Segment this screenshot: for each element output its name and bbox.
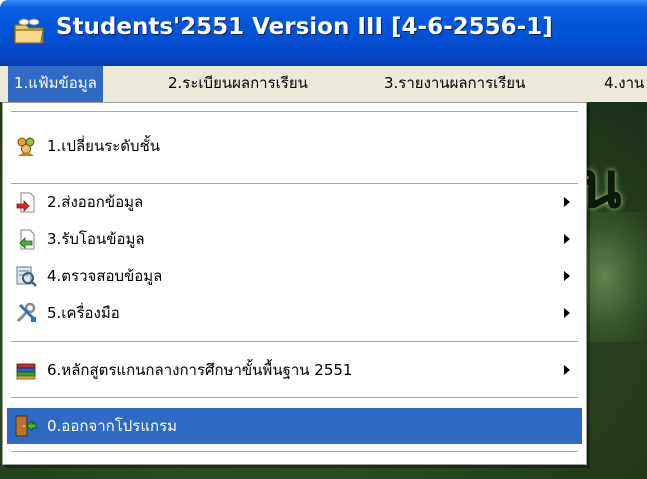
menu-item-label: 6.หลักสูตรแกนกลางการศึกษาขั้นพื้นฐาน 255… <box>47 361 353 379</box>
menu-item-inspect[interactable]: 4.ตรวจสอบข้อมูล <box>7 258 582 294</box>
menu-item-curriculum[interactable]: 6.หลักสูตรแกนกลางการศึกษาขั้นพื้นฐาน 255… <box>7 352 582 388</box>
books-icon <box>16 363 36 380</box>
menu-records[interactable]: 2.ระเบียนผลการเรียน <box>162 66 314 102</box>
menu-item-change-grade[interactable]: 1.เปลี่ยนระดับชั้น <box>7 128 582 164</box>
menu-file[interactable]: 1.แฟ้มข้อมูล <box>8 66 103 102</box>
menu-item-import[interactable]: 3.รับโอนข้อมูล <box>7 221 582 257</box>
menu-item-exit[interactable]: 0.ออกจากโปรแกรม <box>7 408 582 444</box>
inspect-icon <box>16 266 37 287</box>
menu-item-label: 1.เปลี่ยนระดับชั้น <box>47 137 161 155</box>
menu-item-label: 3.รับโอนข้อมูล <box>47 230 145 248</box>
menu-item-tools[interactable]: 5.เครื่องมือ <box>7 295 582 331</box>
menu-item-label: 5.เครื่องมือ <box>47 304 120 322</box>
menu-separator <box>11 397 578 399</box>
people-icon <box>17 137 35 156</box>
menu-separator <box>11 451 578 453</box>
window-title: Students'2551 Version III [4-6-2556-1] <box>56 14 553 40</box>
submenu-arrow-icon <box>564 234 570 244</box>
import-icon <box>19 229 35 250</box>
title-bar[interactable]: Students'2551 Version III [4-6-2556-1] <box>0 0 647 66</box>
menu-separator <box>11 341 578 343</box>
submenu-arrow-icon <box>564 197 570 207</box>
exit-door-icon <box>15 415 37 437</box>
app-folder-icon <box>14 18 44 44</box>
submenu-arrow-icon <box>564 271 570 281</box>
menu-reports[interactable]: 3.รายงานผลการเรียน <box>378 66 531 102</box>
menu-work[interactable]: 4.งาน <box>598 66 647 102</box>
menu-bar: 1.แฟ้มข้อมูล 2.ระเบียนผลการเรียน 3.รายงา… <box>0 66 647 103</box>
menu-item-label: 0.ออกจากโปรแกรม <box>47 417 178 435</box>
tools-icon <box>16 302 36 323</box>
file-menu-dropdown: 1.เปลี่ยนระดับชั้น 2.ส่งออกข้อมูล 3.รับโ… <box>2 102 587 465</box>
export-icon <box>16 192 35 213</box>
submenu-arrow-icon <box>564 365 570 375</box>
menu-item-label: 4.ตรวจสอบข้อมูล <box>47 267 163 285</box>
application-window: Students'2551 Version III [4-6-2556-1] 1… <box>0 0 647 479</box>
menu-separator <box>11 111 578 113</box>
menu-item-export[interactable]: 2.ส่งออกข้อมูล <box>7 184 582 220</box>
submenu-arrow-icon <box>564 308 570 318</box>
menu-item-label: 2.ส่งออกข้อมูล <box>47 193 144 211</box>
